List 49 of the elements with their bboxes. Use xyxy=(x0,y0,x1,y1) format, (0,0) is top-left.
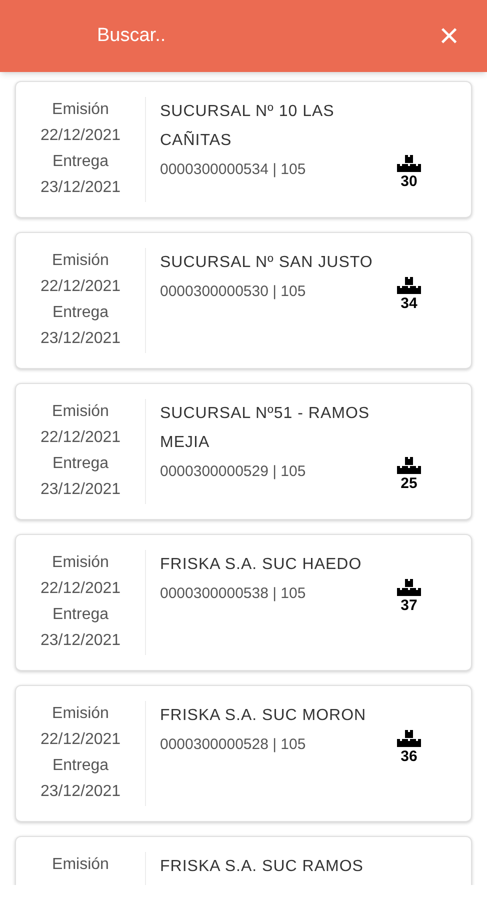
order-code: 0000300000538 | 105 xyxy=(160,584,306,604)
order-card[interactable]: Emisión 22/12/2021 Entrega 23/12/2021 FRISKA S.A. SUC MORON 0000300000528 | 105 36 xyxy=(15,685,472,822)
order-card[interactable]: Emisión FRISKA S.A. SUC RAMOS xyxy=(15,836,472,885)
emission-label: Emisión xyxy=(52,704,109,724)
order-card[interactable]: Emisión 22/12/2021 Entrega 23/12/2021 SUCURSAL Nº 10 LAS CAÑITAS 0000300000534 | 105 30 xyxy=(15,81,472,218)
delivery-label: Entrega xyxy=(52,756,109,776)
delivery-date: 23/12/2021 xyxy=(40,631,121,651)
delivery-label: Entrega xyxy=(52,605,109,625)
boxes-icon xyxy=(397,457,421,475)
order-code: 0000300000528 | 105 xyxy=(160,735,306,755)
order-code: 0000300000530 | 105 xyxy=(160,282,306,302)
delivery-date: 23/12/2021 xyxy=(40,480,121,500)
order-code: 0000300000534 | 105 xyxy=(160,160,306,180)
delivery-label: Entrega xyxy=(52,303,109,323)
box-count: 36 xyxy=(400,748,418,766)
customer-name: FRISKA S.A. SUC MORON xyxy=(160,706,368,726)
customer-name: SUCURSAL Nº51 - RAMOS MEJIA xyxy=(160,404,371,453)
customer-name: SUCURSAL Nº SAN JUSTO xyxy=(160,253,374,273)
delivery-label: Entrega xyxy=(52,152,109,172)
delivery-date: 23/12/2021 xyxy=(40,329,121,349)
emission-label: Emisión xyxy=(52,553,109,573)
delivery-date: 23/12/2021 xyxy=(40,178,121,198)
box-count: 37 xyxy=(400,597,418,615)
order-code: 0000300000529 | 105 xyxy=(160,462,306,482)
boxes-icon xyxy=(397,730,421,748)
emission-date: 22/12/2021 xyxy=(40,730,121,750)
emission-label: Emisión xyxy=(52,100,109,120)
box-count: 30 xyxy=(400,173,418,191)
order-card[interactable]: Emisión 22/12/2021 Entrega 23/12/2021 SUCURSAL Nº SAN JUSTO 0000300000530 | 105 34 xyxy=(15,232,472,369)
boxes-icon xyxy=(397,277,421,295)
delivery-date: 23/12/2021 xyxy=(40,782,121,802)
emission-date: 22/12/2021 xyxy=(40,428,121,448)
box-count: 34 xyxy=(400,295,418,313)
emission-label: Emisión xyxy=(52,402,109,422)
order-card[interactable]: Emisión 22/12/2021 Entrega 23/12/2021 FRISKA S.A. SUC HAEDO 0000300000538 | 105 37 xyxy=(15,534,472,671)
boxes-icon xyxy=(397,155,421,173)
order-card[interactable]: Emisión 22/12/2021 Entrega 23/12/2021 SUCURSAL Nº51 - RAMOS MEJIA 0000300000529 | 105 25 xyxy=(15,383,472,520)
search-field[interactable]: Buscar.. xyxy=(97,22,347,50)
emission-label: Emisión xyxy=(52,855,109,875)
emission-date: 22/12/2021 xyxy=(40,579,121,599)
box-count: 25 xyxy=(400,475,418,493)
delivery-label: Entrega xyxy=(52,454,109,474)
emission-label: Emisión xyxy=(52,251,109,271)
emission-date: 22/12/2021 xyxy=(40,277,121,297)
customer-name: FRISKA S.A. SUC RAMOS xyxy=(160,857,364,877)
customer-name: SUCURSAL Nº 10 LAS CAÑITAS xyxy=(160,102,336,151)
emission-date: 22/12/2021 xyxy=(40,126,121,146)
boxes-icon xyxy=(397,579,421,597)
customer-name: FRISKA S.A. SUC HAEDO xyxy=(160,555,363,575)
